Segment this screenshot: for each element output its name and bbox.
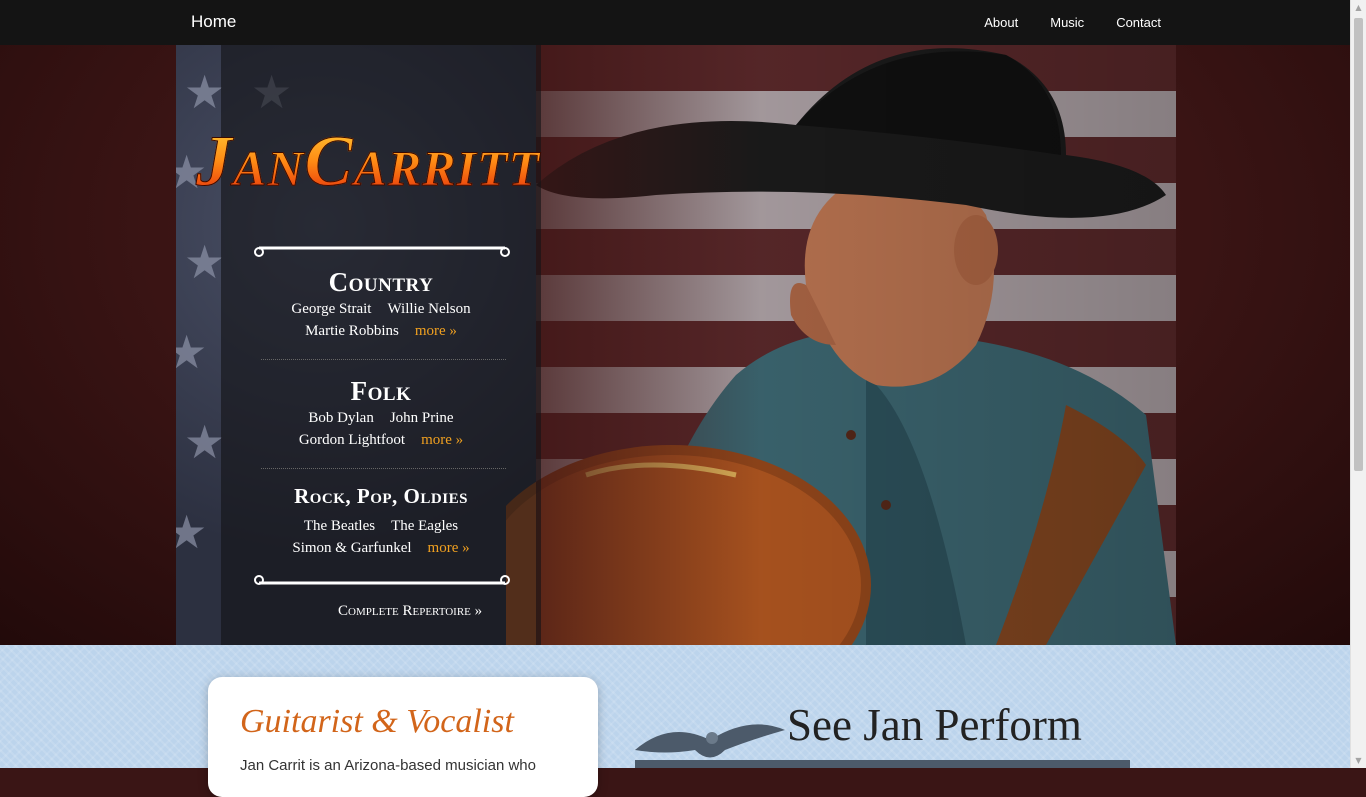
- artist: The Beatles: [303, 518, 376, 534]
- artist: George Strait: [291, 301, 372, 317]
- artist: Gordon Lightfoot: [298, 432, 406, 448]
- intro-text: Jan Carrit is an Arizona-based musician …: [240, 757, 536, 774]
- scroll-up-arrow-icon[interactable]: ▲: [1351, 0, 1366, 15]
- page-scrollbar[interactable]: ▲ ▼: [1350, 0, 1366, 768]
- genre-title-country: Country: [328, 267, 434, 297]
- artist: Bob Dylan: [308, 410, 374, 426]
- star-icon: ★: [176, 505, 208, 559]
- genre-title-folk: Folk: [350, 376, 412, 406]
- jan-carritt-logo[interactable]: JanCarritt: [195, 120, 540, 203]
- top-flourish-divider: [254, 246, 510, 257]
- intro-heading: Guitarist & Vocalist: [240, 703, 514, 740]
- artist: The Eagles: [391, 518, 459, 534]
- photo-shade: [536, 45, 1176, 645]
- artist: John Prine: [389, 410, 454, 426]
- perform-banner-bar: [635, 760, 1130, 768]
- genre-rock-pop-oldies: Rock, Pop, Oldies The Beatles The Eagles …: [221, 484, 541, 559]
- genre-folk: Folk Bob Dylan John Prine Gordon Lightfoo…: [221, 376, 541, 451]
- scrollbar-thumb[interactable]: [1354, 18, 1363, 471]
- intro-card: Guitarist & Vocalist Jan Carrit is an Ar…: [208, 677, 598, 797]
- star-icon: ★: [184, 415, 226, 469]
- top-navbar: Home About Music Contact: [0, 0, 1351, 45]
- rock-more-link[interactable]: more »: [428, 540, 470, 556]
- star-icon: ★: [176, 325, 208, 379]
- nav-home-link[interactable]: Home: [191, 12, 236, 32]
- star-icon: ★: [184, 65, 226, 119]
- star-icon: ★: [184, 235, 226, 289]
- nav-contact-link[interactable]: Contact: [1116, 15, 1161, 30]
- artist: Willie Nelson: [387, 301, 471, 317]
- content-section: Guitarist & Vocalist Jan Carrit is an Ar…: [0, 645, 1351, 797]
- nav-links: About Music Contact: [952, 15, 1161, 30]
- country-more-link[interactable]: more »: [415, 323, 457, 339]
- genre-country: Country George Strait Willie Nelson Marti…: [221, 267, 541, 342]
- bottom-flourish-divider: [254, 575, 510, 585]
- artist: Martie Robbins: [305, 323, 399, 339]
- hero-banner: ★ ★ ★ ★ ★ ★ ★ JanCarritt: [176, 45, 1176, 645]
- complete-repertoire-link[interactable]: Complete Repertoire »: [338, 603, 482, 620]
- scroll-down-arrow-icon[interactable]: ▼: [1351, 753, 1366, 768]
- genre-separator: [261, 359, 506, 360]
- artist: Simon & Garfunkel: [292, 540, 412, 556]
- folk-more-link[interactable]: more »: [421, 432, 463, 448]
- genre-title-rock: Rock, Pop, Oldies: [294, 484, 468, 508]
- nav-about-link[interactable]: About: [984, 15, 1018, 30]
- nav-music-link[interactable]: Music: [1050, 15, 1084, 30]
- genre-separator: [261, 468, 506, 469]
- see-jan-perform-heading: See Jan Perform: [787, 700, 1082, 750]
